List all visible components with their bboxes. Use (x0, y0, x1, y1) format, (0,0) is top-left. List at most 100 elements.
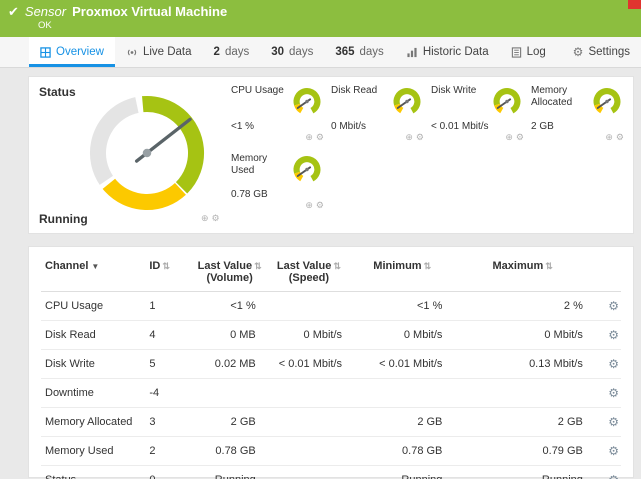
channels-table-panel: Channel▼ ID⇅ Last Value⇅ (Volume) Last V… (28, 246, 634, 478)
tab-log[interactable]: Log (500, 37, 557, 67)
mini-gauge (289, 85, 325, 118)
tab-settings[interactable]: ⚙ Settings (562, 37, 641, 67)
gauge-label: Memory Allocated (531, 85, 591, 109)
pin-icon[interactable]: ⊕ (605, 132, 616, 142)
maximum-value: 0.13 Mbit/s (452, 350, 592, 379)
historic-data-icon (406, 47, 418, 58)
tab-live-data[interactable]: Live Data (115, 37, 203, 67)
channel-name[interactable]: Disk Read (41, 321, 145, 350)
pin-icon[interactable]: ⊕ (505, 132, 516, 142)
status-gauge-actions[interactable]: ⊕⚙ (201, 213, 223, 224)
last-value-volume (194, 379, 266, 408)
mini-gauge-tile-memory-used[interactable]: Memory Used 0.78 GB ⊕⚙ (231, 153, 331, 215)
mini-gauge-tile-memory-allocated[interactable]: Memory Allocated 2 GB ⊕⚙ (531, 85, 631, 147)
gauge-actions[interactable]: ⊕⚙ (405, 132, 427, 143)
tab-label: Historic Data (423, 46, 489, 58)
last-value-speed (266, 437, 352, 466)
tab-label: Live Data (143, 46, 192, 58)
channel-id: 0 (145, 466, 193, 479)
channel-settings-icon[interactable]: ⚙ (608, 386, 619, 400)
table-row: Disk Read 4 0 MB 0 Mbit/s 0 Mbit/s 0 Mbi… (41, 321, 621, 350)
alert-indicator[interactable] (628, 0, 641, 9)
mini-gauge-tile-cpu-usage[interactable]: CPU Usage <1 % ⊕⚙ (231, 85, 331, 147)
sensor-header: ✔ Sensor Proxmox Virtual Machine OK (0, 0, 641, 37)
mini-gauge-tile-disk-write[interactable]: Disk Write < 0.01 Mbit/s ⊕⚙ (431, 85, 531, 147)
column-header-minimum[interactable]: Minimum⇅ (352, 251, 452, 292)
mini-gauge-tile-disk-read[interactable]: Disk Read 0 Mbit/s ⊕⚙ (331, 85, 431, 147)
gauge-actions[interactable]: ⊕⚙ (305, 200, 327, 211)
pin-icon[interactable]: ⊕ (201, 213, 212, 223)
sort-icon: ⇅ (254, 261, 262, 271)
table-row: Status 0 Running Running Running ⚙ (41, 466, 621, 479)
last-value-volume: 0.78 GB (194, 437, 266, 466)
channel-settings-icon[interactable]: ⚙ (608, 444, 619, 458)
last-value-volume: <1 % (194, 292, 266, 321)
channel-name[interactable]: Status (41, 466, 145, 479)
tab-365-days[interactable]: 365 days (324, 37, 394, 67)
table-header-row: Channel▼ ID⇅ Last Value⇅ (Volume) Last V… (41, 251, 621, 292)
overview-icon (40, 47, 51, 58)
channel-name[interactable]: CPU Usage (41, 292, 145, 321)
gear-icon[interactable]: ⚙ (316, 132, 327, 142)
sensor-kind-label: Sensor (25, 4, 66, 19)
channel-settings-icon[interactable]: ⚙ (608, 473, 619, 479)
gear-icon[interactable]: ⚙ (316, 200, 327, 210)
tab-label: Settings (588, 46, 630, 58)
table-row: Memory Allocated 3 2 GB 2 GB 2 GB ⚙ (41, 408, 621, 437)
channel-filter-caret[interactable]: ▼ (91, 262, 99, 271)
gear-icon[interactable]: ⚙ (416, 132, 427, 142)
tab-label: 30 (271, 46, 284, 58)
channel-settings-icon[interactable]: ⚙ (608, 328, 619, 342)
last-value-volume: 2 GB (194, 408, 266, 437)
gauge-label: CPU Usage (231, 85, 291, 97)
table-row: CPU Usage 1 <1 % <1 % 2 % ⚙ (41, 292, 621, 321)
channel-id: 2 (145, 437, 193, 466)
log-icon (511, 47, 522, 58)
column-header-last-value-volume[interactable]: Last Value⇅ (Volume) (194, 251, 266, 292)
gauge-actions[interactable]: ⊕⚙ (305, 132, 327, 143)
channel-settings-icon[interactable]: ⚙ (608, 299, 619, 313)
last-value-speed (266, 292, 352, 321)
pin-icon[interactable]: ⊕ (405, 132, 416, 142)
last-value-speed (266, 408, 352, 437)
gear-icon[interactable]: ⚙ (212, 213, 223, 223)
gauge-value: <1 % (231, 121, 254, 132)
gauge-actions[interactable]: ⊕⚙ (605, 132, 627, 143)
last-value-speed (266, 379, 352, 408)
column-header-last-value-speed[interactable]: Last Value⇅ (Speed) (266, 251, 352, 292)
tab-overview[interactable]: Overview (29, 37, 115, 67)
channel-name[interactable]: Memory Used (41, 437, 145, 466)
tab-30-days[interactable]: 30 days (260, 37, 324, 67)
pin-icon[interactable]: ⊕ (305, 200, 316, 210)
gauge-actions[interactable]: ⊕⚙ (505, 132, 527, 143)
column-header-maximum[interactable]: Maximum⇅ (452, 251, 592, 292)
minimum-value: 0 Mbit/s (352, 321, 452, 350)
pin-icon[interactable]: ⊕ (305, 132, 316, 142)
gear-icon: ⚙ (573, 45, 584, 59)
channels-table: Channel▼ ID⇅ Last Value⇅ (Volume) Last V… (41, 251, 621, 479)
sort-icon: ⇅ (424, 261, 432, 271)
sort-icon: ⇅ (162, 261, 170, 271)
check-icon: ✔ (8, 4, 19, 20)
last-value-speed (266, 466, 352, 479)
panel-title: Status (39, 85, 76, 99)
minimum-value: <1 % (352, 292, 452, 321)
sort-icon: ⇅ (545, 261, 553, 271)
tab-label: 365 (335, 46, 354, 58)
tab-2-days[interactable]: 2 days (203, 37, 261, 67)
maximum-value: Running (452, 466, 592, 479)
channel-id: 5 (145, 350, 193, 379)
tab-label: Log (527, 46, 546, 58)
gear-icon[interactable]: ⚙ (516, 132, 527, 142)
channel-settings-icon[interactable]: ⚙ (608, 357, 619, 371)
column-header-channel[interactable]: Channel▼ (41, 251, 145, 292)
channel-name[interactable]: Downtime (41, 379, 145, 408)
column-header-id[interactable]: ID⇅ (145, 251, 193, 292)
tab-historic-data[interactable]: Historic Data (395, 37, 500, 67)
last-value-volume: 0 MB (194, 321, 266, 350)
gauge-needle-hub (143, 149, 151, 157)
channel-name[interactable]: Memory Allocated (41, 408, 145, 437)
channel-name[interactable]: Disk Write (41, 350, 145, 379)
channel-settings-icon[interactable]: ⚙ (608, 415, 619, 429)
gear-icon[interactable]: ⚙ (616, 132, 627, 142)
